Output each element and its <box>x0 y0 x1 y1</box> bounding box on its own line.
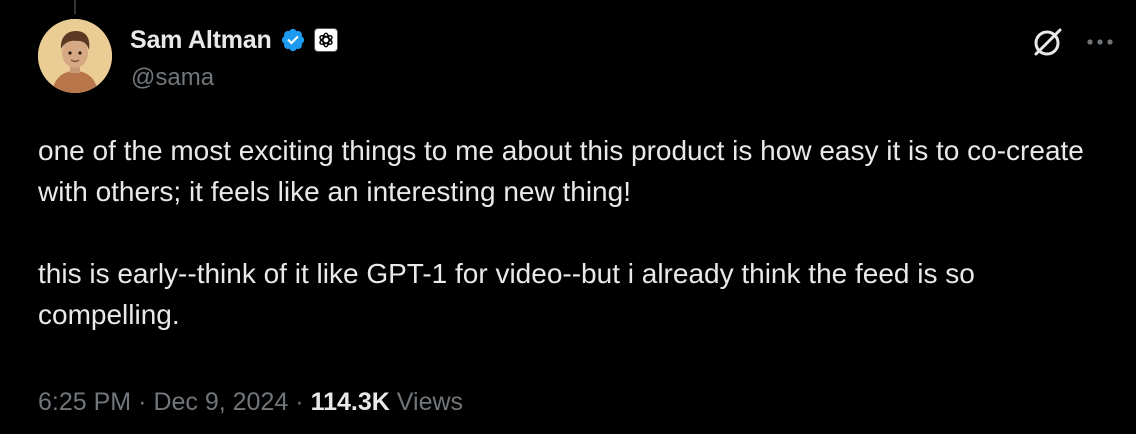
tweet-paragraph: this is early--think of it like GPT-1 fo… <box>38 258 975 330</box>
thread-connector-line <box>74 0 76 14</box>
author-handle[interactable]: @sama <box>131 64 214 92</box>
verified-badge-icon[interactable] <box>280 27 306 53</box>
views-label[interactable]: Views <box>397 388 463 416</box>
tweet-meta: 6:25 PM · Dec 9, 2024 · 114.3K Views <box>38 388 463 417</box>
avatar[interactable] <box>38 19 112 93</box>
more-horizontal-icon[interactable] <box>1084 26 1116 58</box>
tweet-date[interactable]: Dec 9, 2024 <box>153 388 288 416</box>
meta-separator: · <box>295 388 304 416</box>
meta-separator: · <box>138 388 147 416</box>
avatar-illustration <box>38 19 112 93</box>
author-name-row: Sam Altman <box>130 22 338 58</box>
views-count[interactable]: 114.3K <box>311 388 390 416</box>
tweet-time[interactable]: 6:25 PM <box>38 388 131 416</box>
openai-logo-icon[interactable] <box>313 28 338 52</box>
tweet-actions-top <box>1030 24 1116 60</box>
tweet-paragraph: one of the most exciting things to me ab… <box>38 135 1084 207</box>
tweet-text: one of the most exciting things to me ab… <box>38 130 1118 335</box>
author-display-name[interactable]: Sam Altman <box>130 26 272 55</box>
grok-icon[interactable] <box>1030 24 1066 60</box>
